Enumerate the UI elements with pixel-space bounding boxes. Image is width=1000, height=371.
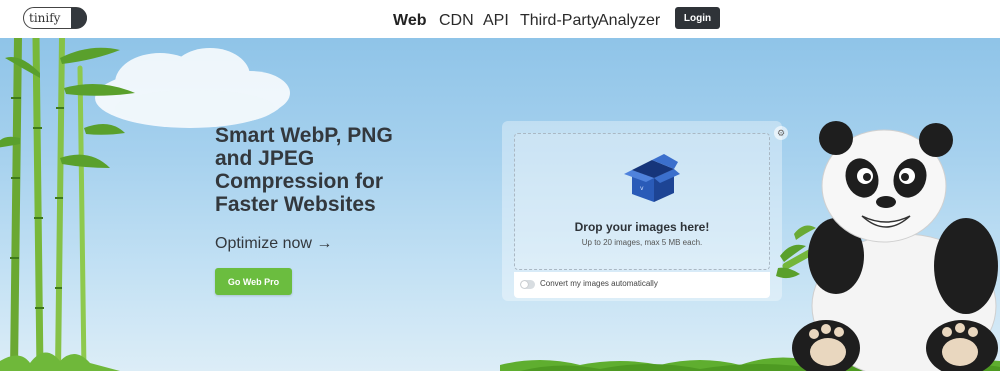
dropzone-title: Drop your images here!	[574, 220, 710, 234]
hero-headline: Smart WebP, PNG and JPEG Compression for…	[215, 124, 455, 216]
headline-line-2: and JPEG	[215, 147, 315, 170]
optimize-now-link[interactable]: Optimize now →	[215, 235, 332, 253]
headline-line-4: Faster Websites	[215, 193, 376, 216]
svg-text:v: v	[640, 185, 644, 192]
hero-section: Smart WebP, PNG and JPEG Compression for…	[0, 38, 1000, 371]
top-nav-bar: tinify Web CDN API Third-Party Analyzer …	[0, 0, 1000, 38]
box-icon: v	[624, 154, 680, 202]
nav-web[interactable]: Web	[393, 12, 426, 30]
dropzone-subtitle: Up to 20 images, max 5 MB each.	[581, 238, 703, 247]
tinify-logo[interactable]: tinify	[23, 7, 88, 29]
bamboo-illustration	[0, 38, 135, 371]
upload-panel: v Drop your images here! Up to 20 images…	[502, 121, 782, 301]
nav-api[interactable]: API	[483, 12, 509, 30]
nav-third-party[interactable]: Third-Party	[520, 12, 599, 30]
convert-toggle-label: Convert my images automatically	[540, 279, 658, 288]
nav-cdn[interactable]: CDN	[439, 12, 474, 30]
image-dropzone[interactable]: v Drop your images here! Up to 20 images…	[514, 133, 770, 270]
login-button[interactable]: Login	[675, 7, 720, 29]
convert-toggle[interactable]	[520, 280, 535, 289]
go-web-pro-button[interactable]: Go Web Pro	[215, 268, 292, 295]
headline-line-1: Smart WebP, PNG	[215, 124, 393, 147]
nav-analyzer[interactable]: Analyzer	[598, 12, 660, 30]
convert-option-bar: Convert my images automatically	[514, 272, 770, 298]
panda-mascot	[776, 121, 998, 371]
logo-text: tinify	[29, 11, 61, 25]
headline-line-3: Compression for	[215, 170, 384, 193]
